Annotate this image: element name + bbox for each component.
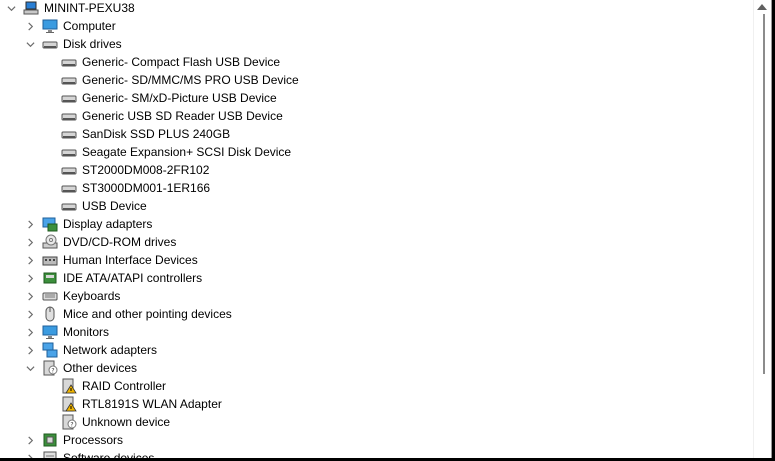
keyboard-icon bbox=[42, 288, 58, 304]
tree-device[interactable]: Generic- Compact Flash USB Device bbox=[61, 53, 280, 71]
vertical-scrollbar[interactable] bbox=[753, 0, 771, 459]
tree-category-label: Mice and other pointing devices bbox=[63, 307, 232, 321]
tree-category-label: Display adapters bbox=[63, 217, 153, 231]
tree-category-label: Computer bbox=[63, 19, 116, 33]
tree-device-label: SanDisk SSD PLUS 240GB bbox=[82, 127, 231, 141]
tree-root-label: MININT-PEXU38 bbox=[44, 1, 135, 15]
tree-category-label: Keyboards bbox=[63, 289, 121, 303]
drive-icon bbox=[61, 90, 77, 106]
tree-device[interactable]: RAID Controller bbox=[61, 377, 166, 395]
monitor-icon bbox=[42, 324, 58, 340]
hid-icon bbox=[42, 252, 58, 268]
tree-category[interactable]: IDE ATA/ATAPI controllers bbox=[23, 269, 202, 287]
warning-device-icon bbox=[61, 378, 77, 394]
tree-device-label: USB Device bbox=[82, 199, 147, 213]
tree-device-label: RAID Controller bbox=[82, 379, 167, 393]
chevron-right-icon[interactable] bbox=[23, 287, 37, 305]
tree-device-label: Generic USB SD Reader USB Device bbox=[82, 109, 283, 123]
processor-icon bbox=[42, 432, 58, 448]
display-adapter-icon bbox=[42, 216, 58, 232]
tree-category[interactable]: Mice and other pointing devices bbox=[23, 305, 232, 323]
tree-category[interactable]: Display adapters bbox=[23, 215, 152, 233]
tree-root[interactable]: MININT-PEXU38 bbox=[4, 0, 135, 17]
chevron-right-icon[interactable] bbox=[23, 341, 37, 359]
tree-category-label: Processors bbox=[63, 433, 124, 447]
tree-device-label: Generic- SD/MMC/MS PRO USB Device bbox=[82, 73, 299, 87]
tree-category-label: IDE ATA/ATAPI controllers bbox=[63, 271, 203, 285]
tree-category[interactable]: Keyboards bbox=[23, 287, 120, 305]
network-icon bbox=[42, 342, 58, 358]
chevron-right-icon[interactable] bbox=[23, 305, 37, 323]
tree-device[interactable]: SanDisk SSD PLUS 240GB bbox=[61, 125, 230, 143]
chevron-right-icon[interactable] bbox=[23, 17, 37, 35]
mouse-icon bbox=[42, 306, 58, 322]
chevron-down-icon[interactable] bbox=[4, 0, 18, 17]
chevron-down-icon[interactable] bbox=[23, 35, 37, 53]
tree-category-label: Network adapters bbox=[63, 343, 158, 357]
tree-device[interactable]: RTL8191S WLAN Adapter bbox=[61, 395, 222, 413]
tree-device[interactable]: Generic- SM/xD-Picture USB Device bbox=[61, 89, 277, 107]
tree-category[interactable]: Monitors bbox=[23, 323, 109, 341]
warning-device-icon bbox=[61, 396, 77, 412]
tree-device[interactable]: Seagate Expansion+ SCSI Disk Device bbox=[61, 143, 291, 161]
tree-device-label: ST3000DM001-1ER166 bbox=[82, 181, 211, 195]
tree-category[interactable]: ? Other devices bbox=[23, 359, 137, 377]
unknown-device-icon: ? bbox=[61, 414, 77, 430]
drive-icon bbox=[61, 108, 77, 124]
tree-device-label: Unknown device bbox=[82, 415, 171, 429]
drive-icon bbox=[61, 54, 77, 70]
device-tree: MININT-PEXU38 Computer Disk drives Generic… bbox=[0, 0, 753, 459]
monitor-icon bbox=[42, 18, 58, 34]
scrollbar-thumb[interactable] bbox=[763, 14, 765, 374]
tree-device[interactable]: Generic- SD/MMC/MS PRO USB Device bbox=[61, 71, 299, 89]
drive-icon bbox=[61, 180, 77, 196]
tree-category-label: Other devices bbox=[63, 361, 138, 375]
tree-category-label: Monitors bbox=[63, 325, 110, 339]
chevron-right-icon[interactable] bbox=[23, 323, 37, 341]
tree-category[interactable]: Processors bbox=[23, 431, 123, 449]
svg-text:?: ? bbox=[70, 422, 73, 429]
chevron-right-icon[interactable] bbox=[23, 431, 37, 449]
tree-device-label: Generic- SM/xD-Picture USB Device bbox=[82, 91, 277, 105]
tree-device[interactable]: ST3000DM001-1ER166 bbox=[61, 179, 210, 197]
svg-text:?: ? bbox=[51, 368, 54, 375]
tree-device[interactable]: Generic USB SD Reader USB Device bbox=[61, 107, 283, 125]
chevron-right-icon[interactable] bbox=[23, 215, 37, 233]
tree-category[interactable]: Computer bbox=[23, 17, 116, 35]
tree-category[interactable]: DVD/CD-ROM drives bbox=[23, 233, 176, 251]
tree-device-label: Generic- Compact Flash USB Device bbox=[82, 55, 281, 69]
unknown-device-icon: ? bbox=[42, 360, 58, 376]
tree-category-label: Human Interface Devices bbox=[63, 253, 198, 267]
tree-category-label: Disk drives bbox=[63, 37, 122, 51]
tree-device-label: RTL8191S WLAN Adapter bbox=[82, 397, 222, 411]
tree-device[interactable]: ? Unknown device bbox=[61, 413, 170, 431]
tree-category[interactable]: Disk drives bbox=[23, 35, 122, 53]
ide-controller-icon bbox=[42, 270, 58, 286]
tree-device-label: Seagate Expansion+ SCSI Disk Device bbox=[82, 145, 292, 159]
drive-icon bbox=[61, 162, 77, 178]
drive-icon bbox=[61, 198, 77, 214]
tree-device[interactable]: ST2000DM008-2FR102 bbox=[61, 161, 209, 179]
drive-icon bbox=[42, 36, 58, 52]
drive-icon bbox=[61, 126, 77, 142]
device-manager-window: MININT-PEXU38 Computer Disk drives Generic… bbox=[0, 0, 772, 459]
chevron-right-icon[interactable] bbox=[23, 251, 37, 269]
drive-icon bbox=[61, 72, 77, 88]
computer-root-icon bbox=[23, 0, 39, 16]
chevron-right-icon[interactable] bbox=[23, 233, 37, 251]
tree-device[interactable]: USB Device bbox=[61, 197, 147, 215]
dvd-icon bbox=[42, 234, 58, 250]
tree-category-label: DVD/CD-ROM drives bbox=[63, 235, 177, 249]
scroll-up-icon[interactable] bbox=[757, 4, 767, 10]
drive-icon bbox=[61, 144, 77, 160]
tree-category[interactable]: Network adapters bbox=[23, 341, 157, 359]
tree-category[interactable]: Human Interface Devices bbox=[23, 251, 198, 269]
chevron-down-icon[interactable] bbox=[23, 359, 37, 377]
tree-device-label: ST2000DM008-2FR102 bbox=[82, 163, 210, 177]
chevron-right-icon[interactable] bbox=[23, 269, 37, 287]
